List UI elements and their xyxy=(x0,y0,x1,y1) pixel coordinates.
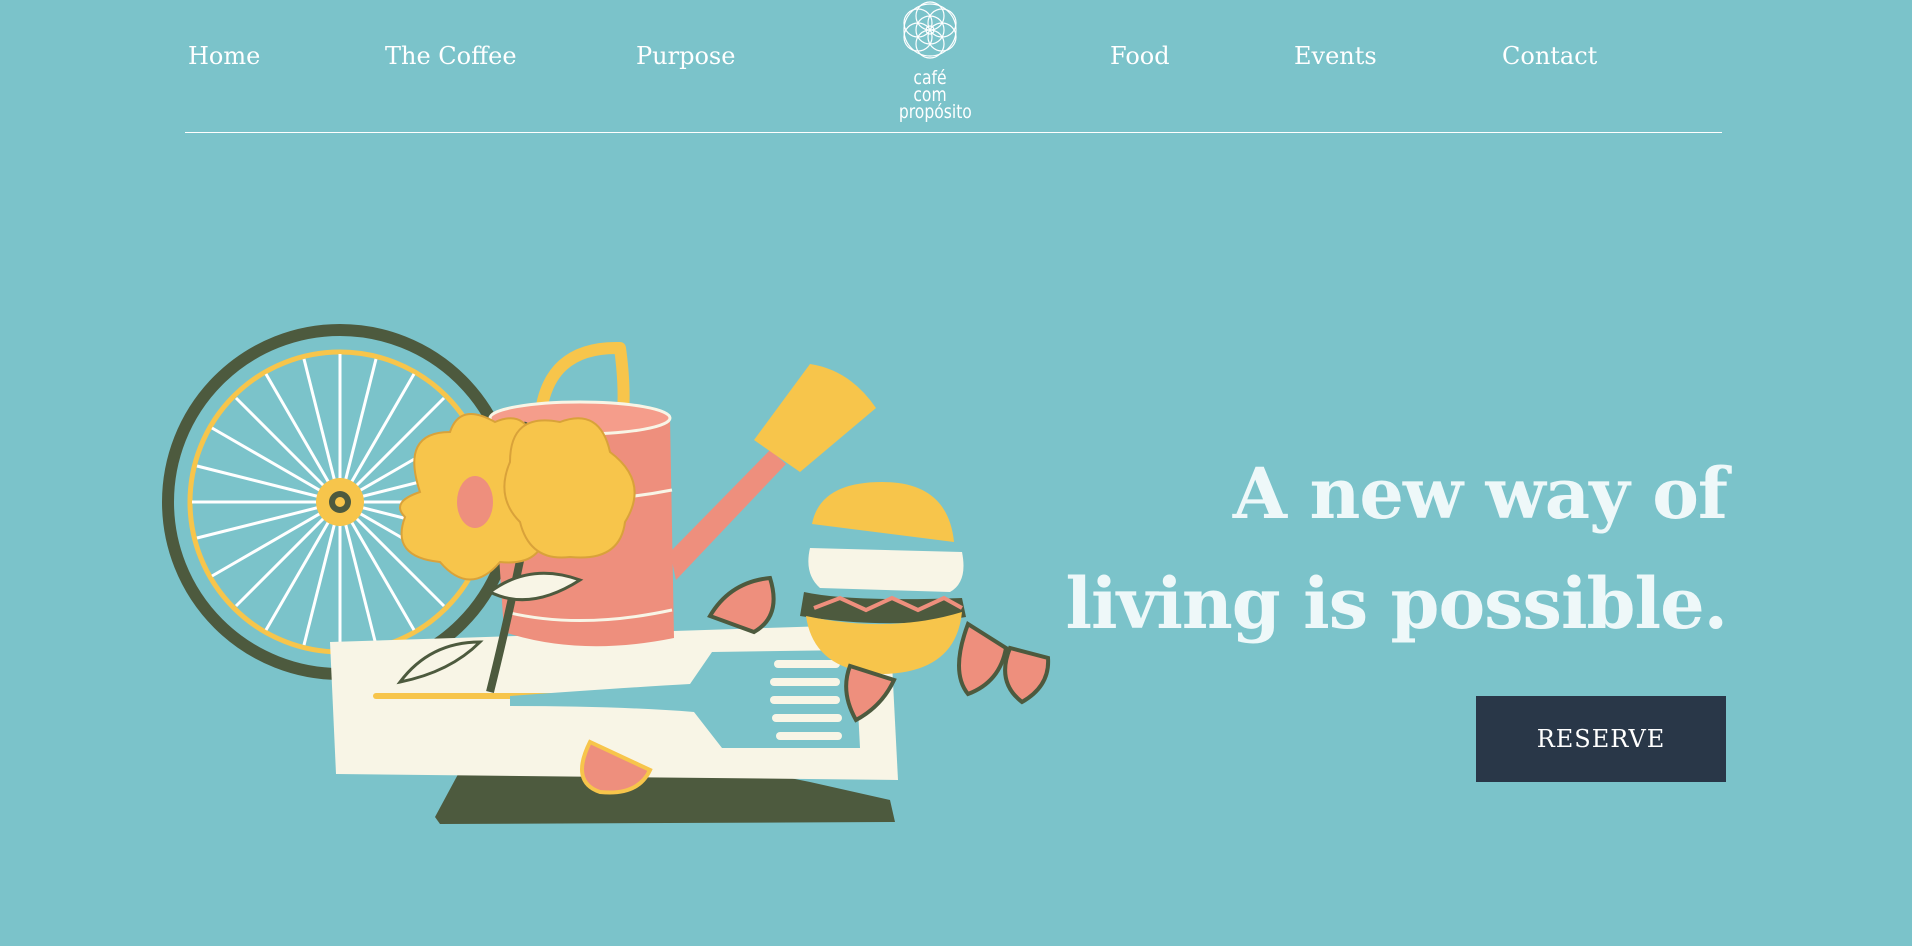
nav-the-coffee-link[interactable]: The Coffee xyxy=(385,42,517,70)
reserve-button[interactable]: RESERVE xyxy=(1476,696,1726,782)
cafe-com-proposito-logo[interactable]: café com propósito xyxy=(892,0,972,122)
nav-contact-link[interactable]: Contact xyxy=(1502,42,1597,70)
logo-wordmark: café com propósito xyxy=(898,67,972,123)
logo-line-2: propósito xyxy=(898,101,972,123)
nav-events-link[interactable]: Events xyxy=(1294,42,1377,70)
nav-food-link[interactable]: Food xyxy=(1110,42,1170,70)
nav-divider xyxy=(185,132,1722,133)
top-navigation: Home The Coffee Purpose café com propósi… xyxy=(0,0,1912,134)
nav-home-link[interactable]: Home xyxy=(188,42,260,70)
logo-line-1: café com xyxy=(913,67,947,106)
headline-line-2: living is possible. xyxy=(1065,561,1728,645)
hero-headline: A new way of living is possible. xyxy=(927,439,1728,659)
headline-line-1: A new way of xyxy=(1232,451,1728,535)
logo-flower-icon xyxy=(903,1,957,59)
nav-purpose-link[interactable]: Purpose xyxy=(636,42,735,70)
